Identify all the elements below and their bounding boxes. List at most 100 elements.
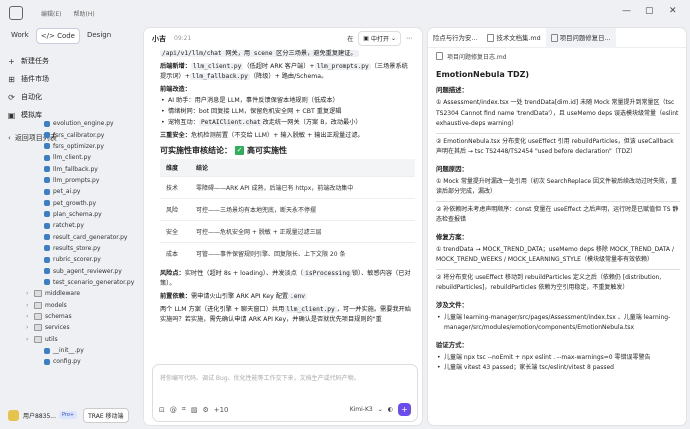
tab-label: 项目问题修复日... — [559, 34, 611, 42]
at-icon[interactable]: @ — [170, 406, 177, 414]
doc-item: ② 将分布变化 useEffect 移动到 rebuildParticles 定… — [436, 273, 662, 292]
text-span: 改走统一网关（方案 B，改动最小） — [262, 119, 362, 126]
tree-file[interactable]: config.py — [0, 356, 138, 367]
tree-item-label: llm_fallback.py — [53, 165, 98, 173]
bold-label: 风险点： — [160, 269, 185, 277]
tree-file[interactable]: llm_prompts.py — [0, 175, 138, 186]
chat-line: /api/v1/llm/chat 网关，用 scene 区分三场景，避免重复建证… — [160, 49, 414, 59]
chevron-right-icon: › — [26, 290, 29, 298]
file-tree: evolution_engine.py fsrs_calibrator.py fsr… — [0, 118, 138, 368]
tree-file[interactable]: plan_schema.py — [0, 209, 138, 220]
python-file-icon — [44, 154, 50, 161]
menu-help[interactable]: 帮助(H) — [73, 9, 94, 18]
more-icon[interactable]: ⋯ — [406, 35, 412, 42]
list-item: 情绪树同：bot 回复接 LLM，保留危机安全网 + CBT 重复逻辑 — [160, 106, 414, 117]
tree-folder[interactable]: › middleware — [0, 288, 138, 299]
image-icon[interactable]: ▨ — [191, 406, 198, 414]
tree-file[interactable]: pet_ai.py — [0, 186, 138, 197]
tree-folder[interactable]: › utils — [0, 334, 138, 345]
maximize-icon[interactable]: ▢ — [645, 6, 654, 16]
composer-placeholder[interactable]: 将你编写代码、调试 Bug、优化性能等工作交下来，文档生产或代码产物。 — [160, 373, 360, 382]
section-title: 修复方案： — [436, 232, 468, 241]
tree-file[interactable]: evolution_engine.py — [0, 118, 138, 129]
tab-fix-log[interactable]: 项目问题修复日... — [545, 28, 616, 48]
file-icon — [487, 33, 495, 42]
assessment-table: 维度 结论 技术 零障碍——ARK API 成熟，后端已有 httpx，前端改动集中… — [160, 159, 415, 265]
grid-icon: ⊞ — [8, 74, 15, 84]
table-cell: 风险 — [160, 198, 190, 221]
editor-tabs: 险点与行为安... 技术文档集.md 项目问题修复日... — [428, 28, 686, 48]
avatar[interactable] — [8, 409, 19, 421]
tree-folder[interactable]: › models — [0, 300, 138, 311]
minimize-icon[interactable]: — — [622, 6, 631, 16]
trae-mobile-button[interactable]: TRAE 移动端 — [83, 407, 129, 423]
bold-label: 三重安全： — [160, 132, 191, 139]
tree-file[interactable]: __init__.py — [0, 345, 138, 356]
python-file-icon — [44, 211, 50, 218]
tree-file[interactable]: test_scenario_generator.py — [0, 277, 138, 288]
api-line: /api/v1/llm/chat 网关，用 scene 区分三场景，避免重复建证… — [160, 50, 359, 57]
chevron-right-icon: › — [26, 313, 29, 321]
mode-work[interactable]: Work — [7, 28, 33, 44]
chat-messages: /api/v1/llm/chat 网关，用 scene 区分三场景，避免重复建证… — [144, 49, 422, 387]
sidebar-item-new-task[interactable]: + 新建任务 — [0, 52, 138, 70]
tree-file[interactable]: fsrs_calibrator.py — [0, 129, 138, 140]
file-icon — [550, 33, 558, 42]
chat-composer[interactable]: 将你编写代码、调试 Bug、优化性能等工作交下来，文档生产或代码产物。 ⊡ @ … — [152, 364, 418, 422]
mode-code[interactable]: </> Code — [35, 28, 80, 44]
table-cell: 成本 — [160, 242, 190, 265]
doc-item: ① trendData → MOCK_TREND_DATA；useMemo de… — [436, 245, 674, 264]
mode-code-label: Code — [57, 32, 75, 40]
folder-icon — [34, 335, 42, 343]
tree-file[interactable]: ratchet.py — [0, 220, 138, 231]
tree-item-label: sub_agent_reviewer.py — [53, 267, 122, 275]
table-cell: 可控——危机安全网 + 脱敏 + 正规量过滤三层 — [190, 220, 415, 243]
table-header: 结论 — [190, 159, 415, 177]
tree-folder[interactable]: › services — [0, 322, 138, 333]
tab-risk[interactable]: 险点与行为安... — [428, 28, 482, 48]
tab-label: 技术文档集.md — [496, 34, 541, 42]
tree-item-label: results_store.py — [53, 244, 101, 252]
chevron-down-icon[interactable]: ⌄ — [378, 406, 383, 413]
tree-item-label: evolution_engine.py — [53, 120, 114, 128]
model-selector[interactable]: Kimi-K3 — [350, 406, 373, 413]
tree-folder[interactable]: › schemas — [0, 311, 138, 322]
close-icon[interactable]: ✕ — [669, 6, 677, 16]
sidebar-item-plugin-market[interactable]: ⊞ 插件市场 — [0, 70, 138, 88]
mode-design[interactable]: Design — [83, 28, 115, 44]
folder-icon — [34, 313, 42, 321]
python-file-icon — [44, 268, 50, 275]
tree-file[interactable]: llm_fallback.py — [0, 163, 138, 174]
send-button[interactable]: + — [398, 403, 411, 416]
sidebar-item-automation[interactable]: ⟳ 自动化 — [0, 88, 138, 106]
tree-file[interactable]: sub_agent_reviewer.py — [0, 265, 138, 276]
python-file-icon — [44, 166, 50, 173]
tree-item-label: rubric_scorer.py — [53, 256, 101, 264]
tree-file[interactable]: pet_growth.py — [0, 197, 138, 208]
tree-file[interactable]: llm_client.py — [0, 152, 138, 163]
tree-item-label: llm_client.py — [53, 154, 91, 162]
user-name[interactable]: 用户8835... — [23, 411, 56, 420]
open-in-label: 在 — [347, 36, 354, 43]
mic-icon[interactable]: ◐ — [388, 406, 393, 413]
open-in-button[interactable]: ▣ 中打开 ⌄ — [358, 31, 401, 46]
menu-edit[interactable]: 编辑(E) — [41, 9, 61, 18]
tree-file[interactable]: fsrs_optimizer.py — [0, 141, 138, 152]
tools-icon[interactable]: ⚙ — [202, 406, 208, 414]
tree-item-label: ratchet.py — [53, 222, 84, 230]
tree-file[interactable]: rubric_scorer.py — [0, 254, 138, 265]
chat-line: 前置依赖：需申请火山引擎 ARK API Key 配置 .env — [160, 292, 414, 302]
breadcrumb-label[interactable]: 项目问题修复日志.md — [447, 52, 507, 61]
tree-file[interactable]: results_store.py — [0, 243, 138, 254]
tab-tech-docs[interactable]: 技术文档集.md — [482, 28, 545, 48]
tree-item-label: models — [45, 301, 67, 309]
heading-text: 可实施性审核结论： — [160, 146, 232, 155]
context-count[interactable]: +10 — [214, 406, 229, 414]
tree-file[interactable]: result_card_generator.py — [0, 231, 138, 242]
breadcrumb: 项目问题修复日志.md — [428, 48, 686, 64]
table-row: 技术 零障碍——ARK API 成熟，后端已有 httpx，前端改动集中 — [160, 176, 415, 199]
attach-icon[interactable]: ⌗ — [182, 405, 186, 414]
context-icon[interactable]: ⊡ — [159, 406, 165, 414]
list-item: AI 助手：用户消息是 LLM，事件反馈保留本地规则（低成本） — [160, 95, 414, 106]
python-file-icon — [44, 200, 50, 207]
